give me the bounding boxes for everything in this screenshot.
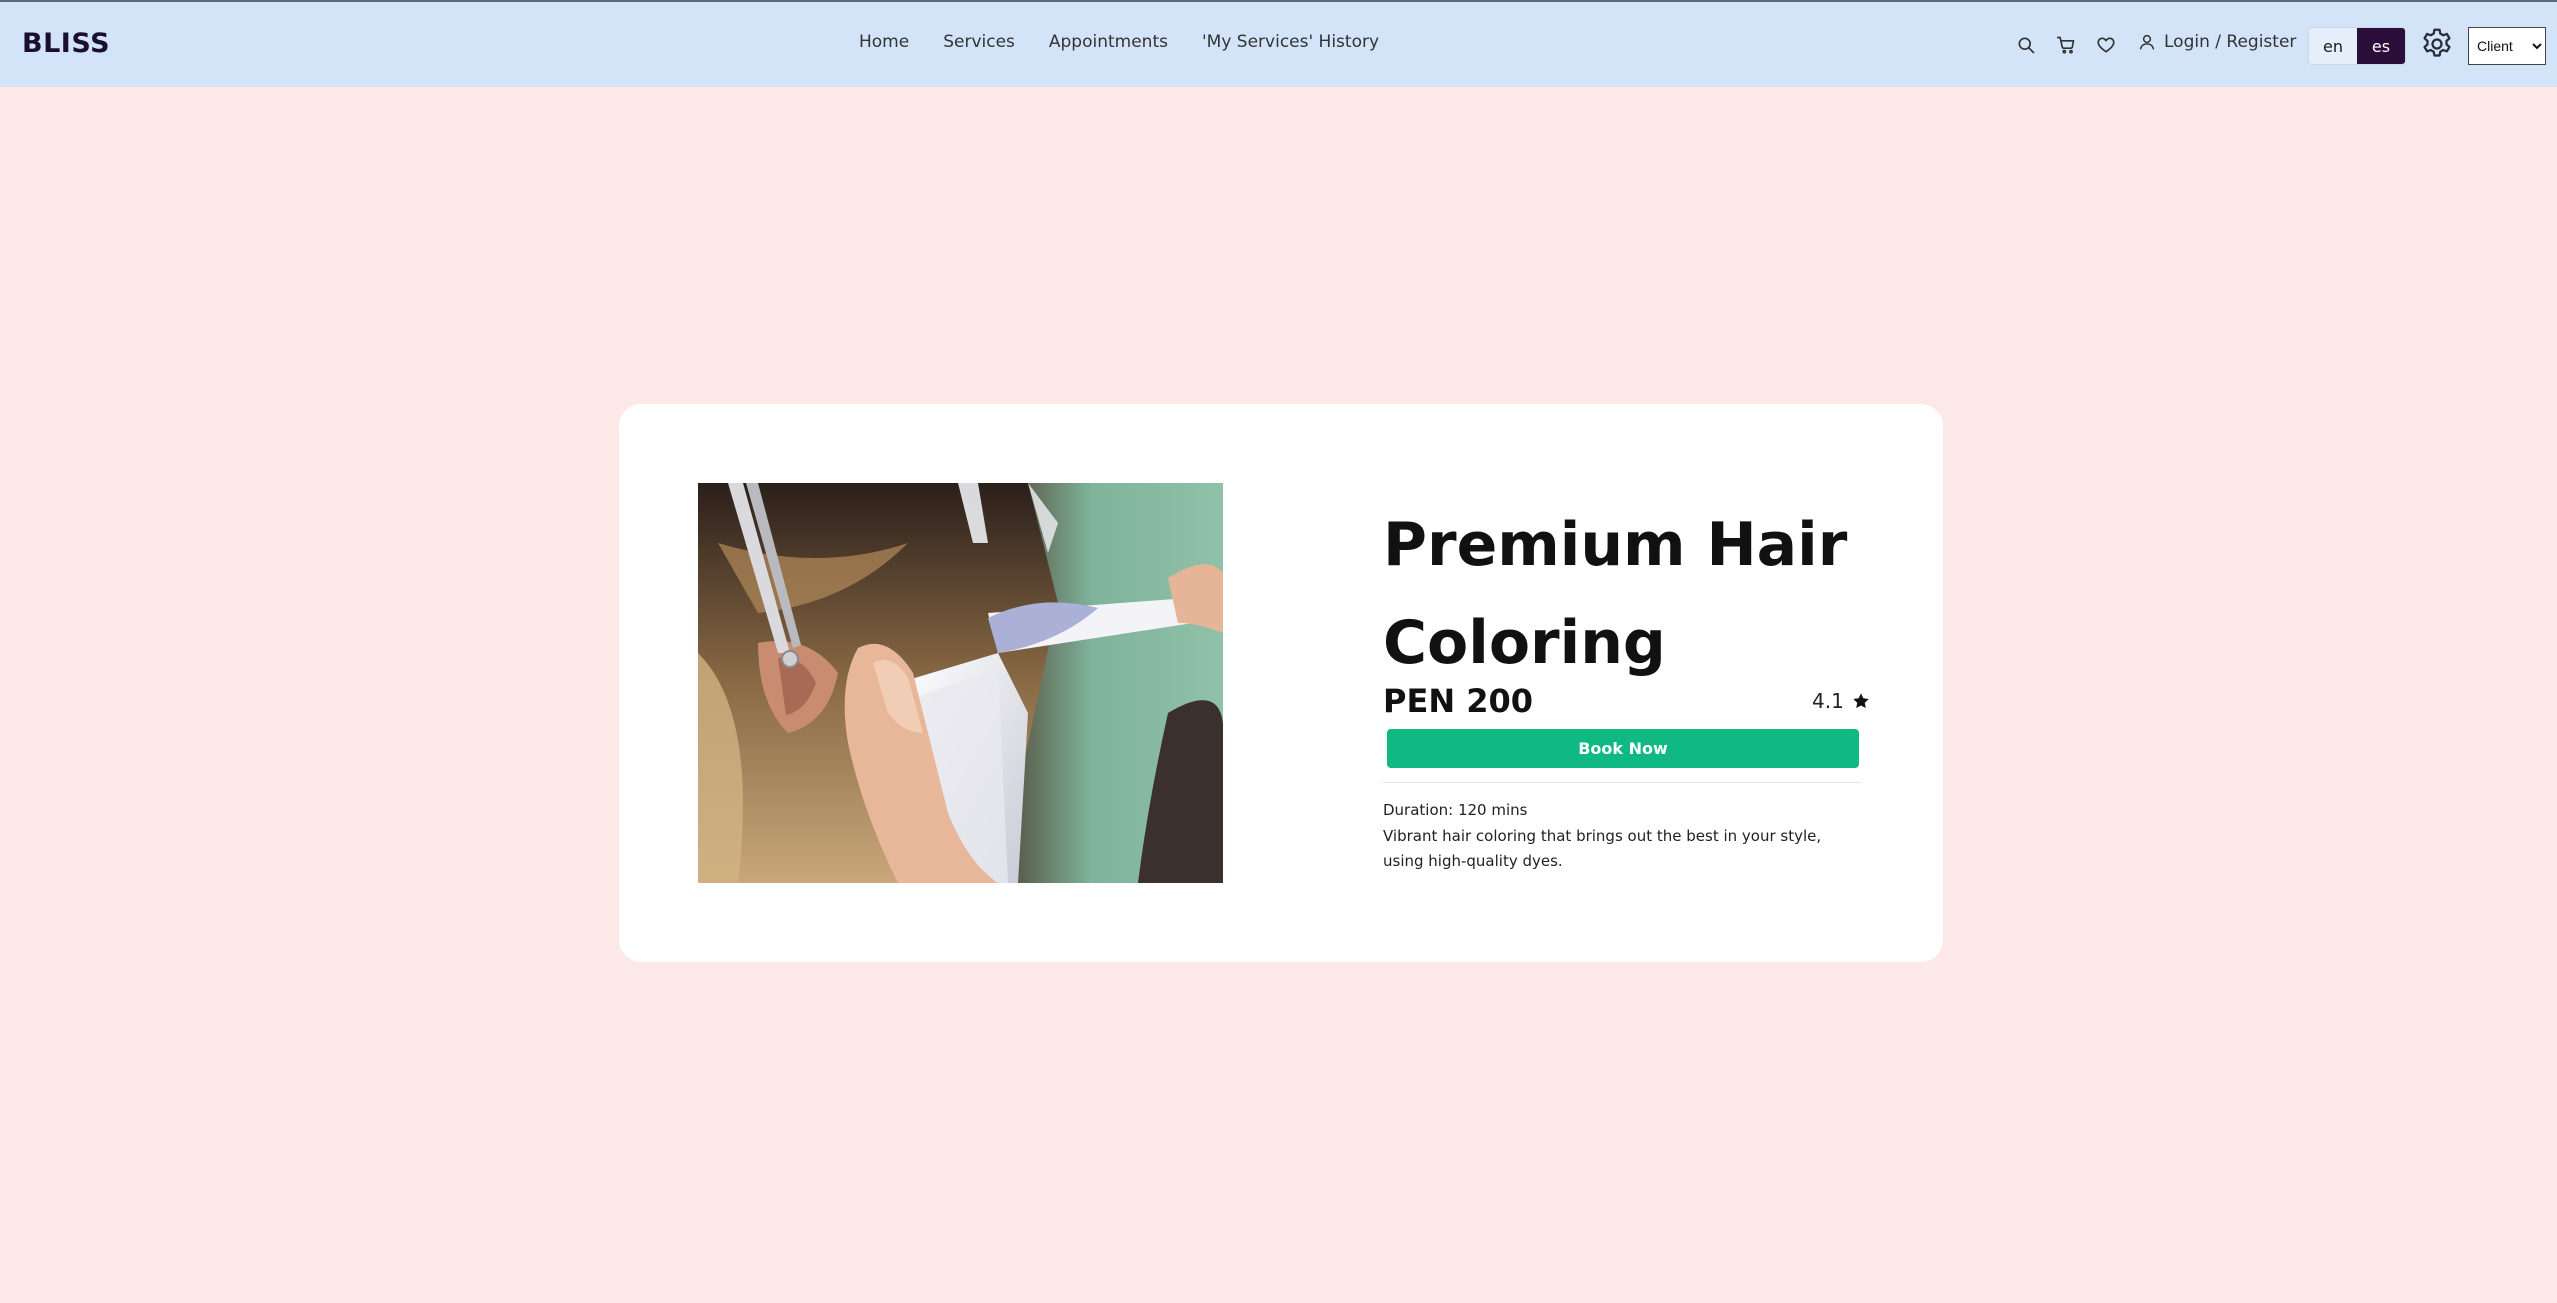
login-register-link[interactable]: Login / Register — [2138, 32, 2296, 52]
nav-home[interactable]: Home — [859, 32, 909, 52]
main-nav: Home Services Appointments 'My Services'… — [859, 32, 1413, 52]
top-navbar: BLISS Home Services Appointments 'My Ser… — [0, 0, 2557, 87]
lang-es-button[interactable]: es — [2357, 28, 2405, 64]
nav-services-history[interactable]: 'My Services' History — [1202, 32, 1379, 52]
service-card: Premium Hair Coloring PEN 200 4.1 Book N… — [619, 404, 1943, 962]
nav-appointments[interactable]: Appointments — [1049, 32, 1168, 52]
service-rating: 4.1 — [1812, 689, 1870, 713]
service-title: Premium Hair Coloring — [1383, 510, 1848, 678]
role-select[interactable]: Client — [2468, 27, 2546, 65]
service-duration: Duration: 120 mins — [1383, 801, 1528, 819]
lang-en-button[interactable]: en — [2309, 28, 2357, 64]
service-description: Vibrant hair coloring that brings out th… — [1383, 827, 1822, 870]
heart-icon[interactable] — [2093, 32, 2119, 58]
star-icon — [1853, 693, 1869, 709]
service-photo — [698, 483, 1223, 883]
language-switcher: en es — [2308, 27, 2406, 65]
rating-value: 4.1 — [1812, 689, 1844, 713]
login-label: Login / Register — [2164, 32, 2297, 52]
cart-icon[interactable] — [2053, 32, 2079, 58]
divider — [1383, 782, 1861, 783]
brand-logo[interactable]: BLISS — [22, 28, 110, 59]
gear-icon[interactable] — [2419, 26, 2455, 62]
book-now-button[interactable]: Book Now — [1387, 729, 1859, 768]
nav-services[interactable]: Services — [943, 32, 1015, 52]
search-icon[interactable] — [2013, 32, 2039, 58]
service-price: PEN 200 — [1383, 682, 1534, 720]
user-icon — [2139, 34, 2155, 50]
